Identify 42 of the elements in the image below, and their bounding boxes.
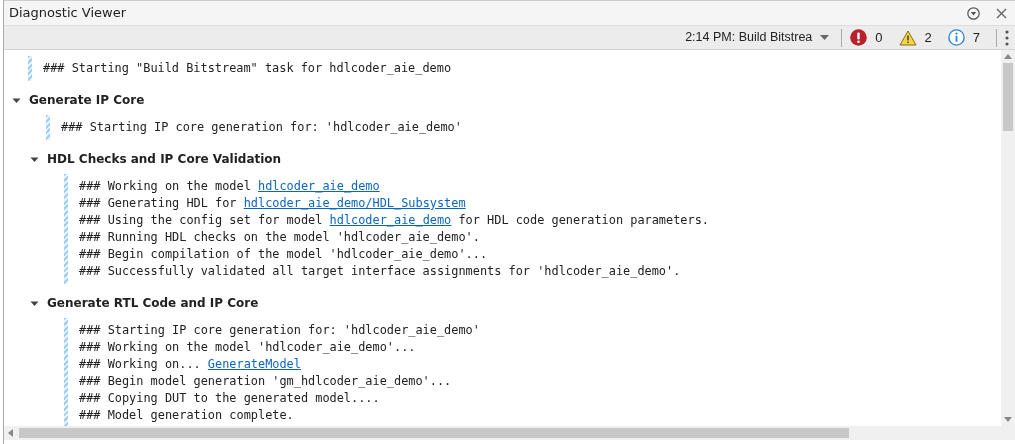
log-line: ### Starting IP core generation for: 'hdlcoder_aie_demo' — [79, 322, 480, 339]
message-stripe — [28, 56, 32, 81]
log-line: ### Running HDL checks on the model 'hdlcoder_aie_demo'. — [79, 229, 481, 246]
scroll-left-icon[interactable] — [8, 429, 13, 437]
log-line: ### Starting IP core generation for: 'hdlcoder_aie_demo' — [61, 119, 462, 136]
model-link[interactable]: hdlcoder_aie_demo — [258, 179, 380, 193]
log-line: ### Working on the model hdlcoder_aie_demo — [79, 178, 381, 195]
message-stripe — [46, 115, 50, 140]
window-title: Diagnostic Viewer — [9, 4, 126, 23]
log-line: ### Generating HDL for hdlcoder_aie_demo/HDL_Subsystem — [79, 195, 467, 212]
close-icon[interactable] — [996, 7, 1007, 19]
error-icon[interactable] — [850, 29, 868, 46]
log-line: ### Begin compilation of the model 'hdlcoder_aie_demo'... — [79, 246, 489, 263]
log-line: ### Successfully validated all target interface assignments for 'hdlcoder_aie_demo'. — [79, 263, 682, 280]
warning-count: 2 — [924, 28, 932, 47]
log-line: ### Begin model generation 'gm_hdlcoder_aie_demo'... — [79, 373, 453, 390]
collapse-icon[interactable] — [967, 6, 980, 20]
scrollbar-thumb[interactable] — [19, 428, 849, 438]
section-heading[interactable]: HDL Checks and IP Core Validation — [47, 150, 282, 168]
error-count: 0 — [875, 28, 883, 47]
vertical-scrollbar[interactable] — [1001, 50, 1015, 426]
horizontal-scrollbar[interactable] — [4, 426, 1015, 440]
section-heading[interactable]: Generate RTL Code and IP Core — [47, 294, 259, 312]
log-line: ### Working on... GenerateModel — [79, 356, 302, 373]
section-heading[interactable]: Generate IP Core — [29, 91, 145, 109]
model-link[interactable]: GenerateModel — [207, 357, 301, 371]
log-line: ### Starting "Build Bitstream" task for hdlcoder_aie_demo — [43, 60, 452, 77]
log-line: ### Model generation complete. — [79, 407, 295, 424]
log-line: ### Working on the model 'hdlcoder_aie_demo'... — [79, 339, 417, 356]
model-link[interactable]: hdlcoder_aie_demo/HDL_Subsystem — [243, 196, 466, 210]
caret-icon — [820, 35, 830, 40]
info-icon[interactable] — [947, 29, 965, 46]
log-line: ### Using the config set for model hdlcoder_aie_demo for HDL code generation parameters. — [79, 212, 709, 229]
model-link[interactable]: hdlcoder_aie_demo — [329, 213, 452, 227]
warning-icon[interactable] — [898, 29, 917, 46]
run-dropdown[interactable]: 2:14 PM: Build Bitstrea — [681, 28, 834, 47]
more-icon[interactable] — [1005, 29, 1009, 46]
info-count: 7 — [972, 28, 980, 47]
scroll-up-icon[interactable] — [1004, 54, 1012, 59]
scroll-down-icon[interactable] — [1004, 417, 1012, 422]
log-line: ### Copying DUT to the generated model.... — [79, 390, 381, 407]
scrollbar-thumb[interactable] — [1003, 63, 1013, 131]
